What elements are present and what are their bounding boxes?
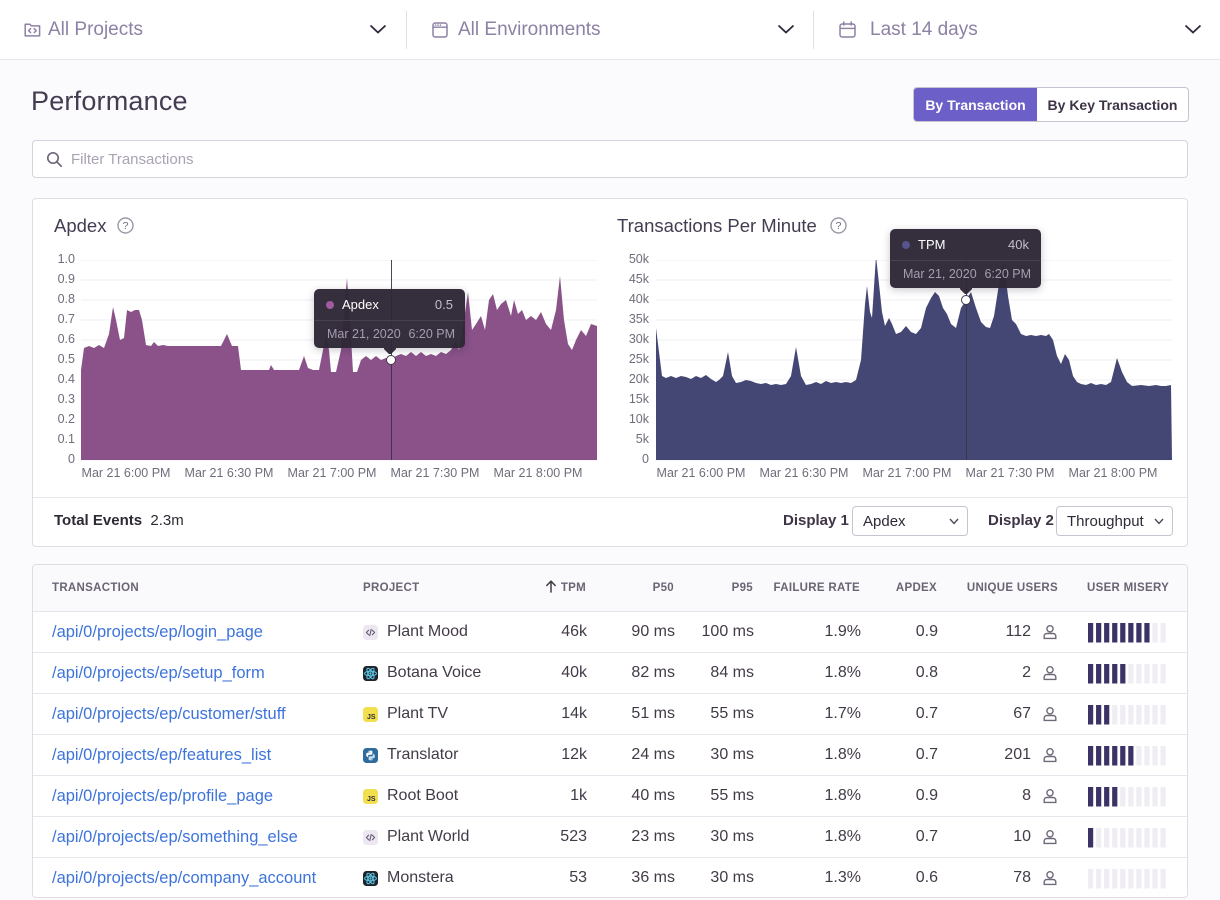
- svg-text:JS: JS: [367, 796, 376, 803]
- svg-text:?: ?: [123, 220, 129, 232]
- svg-text:?: ?: [836, 220, 842, 232]
- svg-text:JS: JS: [367, 714, 376, 721]
